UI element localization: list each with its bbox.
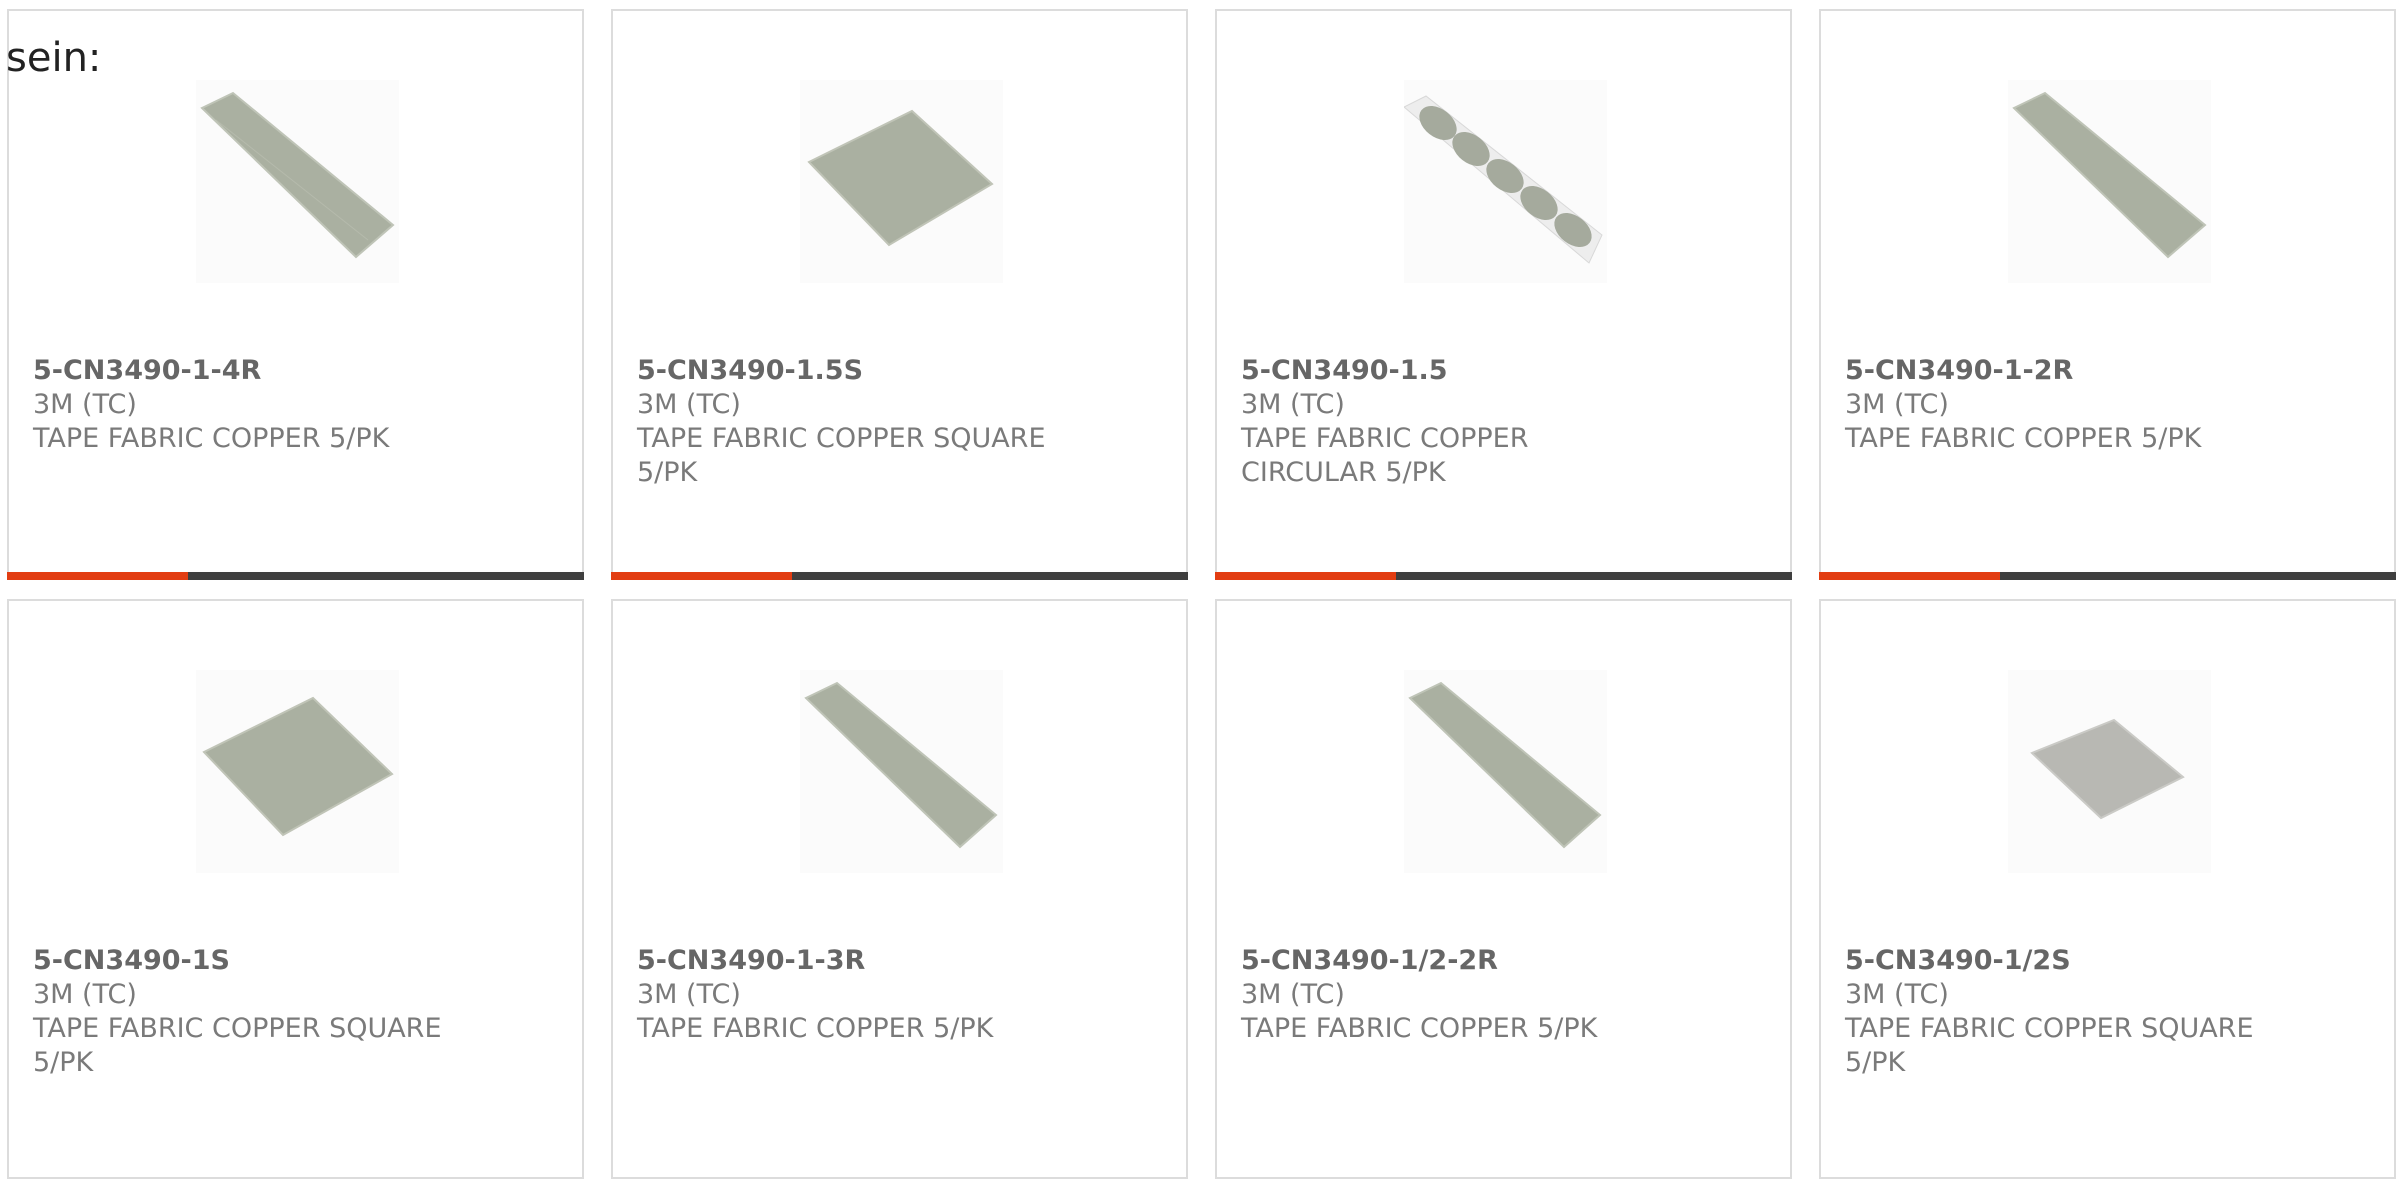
product-info: 5-CN3490-1/2S 3M (TC) TAPE FABRIC COPPER…: [1845, 944, 2265, 1080]
accent-bar: [1215, 572, 1396, 580]
product-image-svg: [196, 80, 399, 283]
copper-fabric-circles-image[interactable]: [1404, 80, 1607, 283]
product-card[interactable]: 5-CN3490-1/2-2R 3M (TC) TAPE FABRIC COPP…: [1215, 599, 1792, 1179]
lead-text: sein:: [6, 35, 102, 81]
product-card[interactable]: 5-CN3490-1-4R 3M (TC) TAPE FABRIC COPPER…: [7, 9, 584, 580]
product-image-svg: [1404, 670, 1607, 873]
manufacturer: 3M (TC): [1241, 389, 1345, 420]
accent-bar: [1819, 572, 2000, 580]
part-number[interactable]: 5-CN3490-1-3R: [637, 944, 1057, 978]
manufacturer: 3M (TC): [1845, 389, 1949, 420]
copper-fabric-square-image[interactable]: [800, 80, 1003, 283]
product-description: TAPE FABRIC COPPER 5/PK: [1241, 1013, 1598, 1044]
copper-fabric-strip-image[interactable]: [196, 80, 399, 283]
product-info: 5-CN3490-1-4R 3M (TC) TAPE FABRIC COPPER…: [33, 354, 453, 456]
product-card[interactable]: 5-CN3490-1-2R 3M (TC) TAPE FABRIC COPPER…: [1819, 9, 2396, 580]
product-card[interactable]: 5-CN3490-1.5S 3M (TC) TAPE FABRIC COPPER…: [611, 9, 1188, 580]
card-bottom-bar: [1215, 572, 1792, 580]
manufacturer: 3M (TC): [637, 979, 741, 1010]
part-number[interactable]: 5-CN3490-1.5S: [637, 354, 1057, 388]
product-image-svg: [196, 670, 399, 873]
manufacturer: 3M (TC): [637, 389, 741, 420]
part-number[interactable]: 5-CN3490-1-4R: [33, 354, 453, 388]
product-grid: 5-CN3490-1-4R 3M (TC) TAPE FABRIC COPPER…: [0, 0, 2400, 1179]
card-bottom-bar: [1819, 572, 2396, 580]
product-description: TAPE FABRIC COPPER SQUARE 5/PK: [33, 1013, 442, 1078]
product-image-svg: [2008, 670, 2211, 873]
product-description: TAPE FABRIC COPPER SQUARE 5/PK: [1845, 1013, 2254, 1078]
accent-bar: [611, 572, 792, 580]
manufacturer: 3M (TC): [1241, 979, 1345, 1010]
part-number[interactable]: 5-CN3490-1/2-2R: [1241, 944, 1661, 978]
product-image-svg: [2008, 80, 2211, 283]
part-number[interactable]: 5-CN3490-1-2R: [1845, 354, 2265, 388]
product-card[interactable]: 5-CN3490-1S 3M (TC) TAPE FABRIC COPPER S…: [7, 599, 584, 1179]
card-bottom-bar: [7, 572, 584, 580]
copper-fabric-strip-image[interactable]: [800, 670, 1003, 873]
product-image-svg: [800, 670, 1003, 873]
product-description: TAPE FABRIC COPPER CIRCULAR 5/PK: [1241, 423, 1529, 488]
product-image-svg: [1404, 80, 1607, 283]
product-info: 5-CN3490-1/2-2R 3M (TC) TAPE FABRIC COPP…: [1241, 944, 1661, 1046]
product-info: 5-CN3490-1-3R 3M (TC) TAPE FABRIC COPPER…: [637, 944, 1057, 1046]
product-description: TAPE FABRIC COPPER 5/PK: [637, 1013, 994, 1044]
accent-bar: [7, 572, 188, 580]
product-card[interactable]: 5-CN3490-1/2S 3M (TC) TAPE FABRIC COPPER…: [1819, 599, 2396, 1179]
part-number[interactable]: 5-CN3490-1.5: [1241, 354, 1661, 388]
product-info: 5-CN3490-1-2R 3M (TC) TAPE FABRIC COPPER…: [1845, 354, 2265, 456]
copper-fabric-small-square-image[interactable]: [2008, 670, 2211, 873]
product-card[interactable]: 5-CN3490-1-3R 3M (TC) TAPE FABRIC COPPER…: [611, 599, 1188, 1179]
part-number[interactable]: 5-CN3490-1S: [33, 944, 453, 978]
copper-fabric-strip-image[interactable]: [2008, 80, 2211, 283]
product-card[interactable]: 5-CN3490-1.5 3M (TC) TAPE FABRIC COPPER …: [1215, 9, 1792, 580]
manufacturer: 3M (TC): [33, 389, 137, 420]
product-description: TAPE FABRIC COPPER 5/PK: [1845, 423, 2202, 454]
part-number[interactable]: 5-CN3490-1/2S: [1845, 944, 2265, 978]
product-image-svg: [800, 80, 1003, 283]
product-description: TAPE FABRIC COPPER 5/PK: [33, 423, 390, 454]
copper-fabric-square-image[interactable]: [196, 670, 399, 873]
product-info: 5-CN3490-1.5 3M (TC) TAPE FABRIC COPPER …: [1241, 354, 1661, 490]
product-info: 5-CN3490-1.5S 3M (TC) TAPE FABRIC COPPER…: [637, 354, 1057, 490]
card-bottom-bar: [611, 572, 1188, 580]
copper-fabric-strip-image[interactable]: [1404, 670, 1607, 873]
manufacturer: 3M (TC): [1845, 979, 1949, 1010]
product-description: TAPE FABRIC COPPER SQUARE 5/PK: [637, 423, 1046, 488]
product-info: 5-CN3490-1S 3M (TC) TAPE FABRIC COPPER S…: [33, 944, 453, 1080]
manufacturer: 3M (TC): [33, 979, 137, 1010]
